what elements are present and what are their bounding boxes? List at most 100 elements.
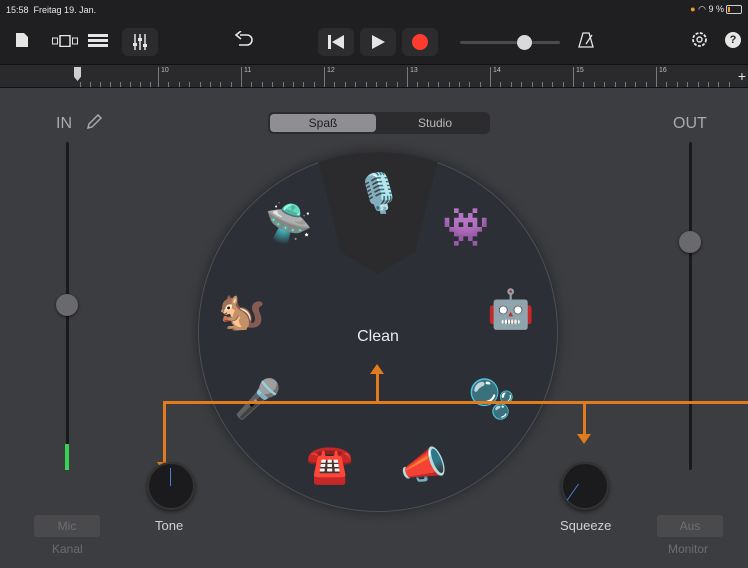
output-label: OUT bbox=[673, 115, 707, 132]
ruler-subtick bbox=[313, 82, 315, 87]
ruler-subtick bbox=[427, 82, 429, 87]
telephone-voice-icon[interactable]: ☎️ bbox=[302, 437, 358, 493]
ruler-bar-tick bbox=[158, 67, 159, 87]
ruler-subtick bbox=[531, 82, 533, 87]
status-right: ● ◠ 9 % bbox=[690, 4, 742, 15]
master-volume-slider[interactable] bbox=[460, 41, 560, 44]
output-level-track[interactable] bbox=[689, 142, 692, 470]
record-button[interactable] bbox=[402, 28, 438, 56]
ruler-subtick bbox=[344, 82, 346, 87]
ruler-bar-tick bbox=[656, 67, 657, 87]
ruler-subtick bbox=[500, 82, 502, 87]
mixer-icon bbox=[133, 34, 147, 50]
ruler-subtick bbox=[396, 82, 398, 87]
ruler-subtick bbox=[624, 82, 626, 87]
annotation-line bbox=[163, 401, 166, 465]
ruler-subtick bbox=[479, 82, 481, 87]
tone-knob[interactable] bbox=[147, 462, 195, 510]
ruler-subtick bbox=[303, 82, 305, 87]
undo-icon[interactable] bbox=[234, 30, 254, 52]
list-view-icon[interactable] bbox=[88, 34, 108, 52]
mic-button[interactable]: Mic bbox=[34, 515, 100, 537]
ruler-subtick bbox=[458, 82, 460, 87]
ruler-subtick bbox=[199, 82, 201, 87]
ruler-subtick bbox=[110, 82, 111, 87]
squeeze-knob[interactable] bbox=[561, 462, 609, 510]
bubbles-voice-icon[interactable]: 🫧 bbox=[464, 372, 520, 428]
ruler-subtick bbox=[251, 82, 253, 87]
wifi-icon: ◠ bbox=[698, 4, 706, 14]
ruler-bar-number: 12 bbox=[327, 67, 335, 74]
ruler-bar-tick bbox=[324, 67, 325, 87]
add-section-icon[interactable]: + bbox=[738, 68, 746, 84]
knob-indicator bbox=[566, 483, 579, 501]
battery-icon bbox=[726, 5, 742, 15]
ufo-voice-icon[interactable]: 🛸 bbox=[261, 196, 317, 252]
knob-indicator bbox=[170, 468, 171, 486]
ruler-subtick bbox=[272, 82, 274, 87]
squeeze-label: Squeeze bbox=[560, 518, 612, 533]
ruler-subtick bbox=[168, 82, 170, 87]
ruler-subtick bbox=[521, 82, 523, 87]
monitor-button[interactable]: Aus bbox=[657, 515, 723, 537]
ruler-subtick bbox=[189, 82, 191, 87]
mode-segmented-control: Spaß Studio bbox=[268, 112, 490, 134]
annotation-line bbox=[163, 401, 748, 404]
monster-voice-icon[interactable]: 👾 bbox=[438, 200, 494, 256]
tracks-view-icon[interactable] bbox=[52, 34, 78, 52]
master-volume-thumb[interactable] bbox=[517, 35, 532, 50]
annotation-line bbox=[376, 372, 379, 403]
ruler-subtick bbox=[593, 82, 595, 87]
tab-studio[interactable]: Studio bbox=[382, 114, 488, 132]
ruler-bar-number: 16 bbox=[659, 67, 667, 74]
megaphone-voice-icon[interactable]: 📣 bbox=[396, 438, 452, 494]
ruler-subtick bbox=[510, 82, 512, 87]
karaoke-mic-voice-icon[interactable]: 🎤 bbox=[230, 372, 286, 428]
ruler-subtick bbox=[220, 82, 222, 87]
output-level-thumb[interactable] bbox=[679, 231, 701, 253]
voice-name-label: Clean bbox=[357, 328, 399, 345]
ruler-bar-number: 10 bbox=[161, 67, 169, 74]
ruler-subtick bbox=[687, 82, 689, 87]
input-label: IN bbox=[56, 115, 72, 132]
ruler-subtick bbox=[645, 82, 647, 87]
monitor-label: Monitor bbox=[668, 542, 709, 556]
settings-icon[interactable] bbox=[690, 31, 708, 53]
playhead-icon[interactable] bbox=[74, 67, 81, 81]
input-edit-icon[interactable] bbox=[86, 113, 103, 137]
ruler-bar-tick bbox=[241, 67, 242, 87]
timeline-ruler[interactable]: 10 11 12 13 14 15 16 + bbox=[0, 64, 748, 88]
ruler-subtick bbox=[100, 82, 101, 87]
mixer-button[interactable] bbox=[122, 28, 158, 56]
tone-label: Tone bbox=[155, 518, 184, 533]
kanal-label: Kanal bbox=[52, 542, 83, 556]
ruler-subtick bbox=[707, 82, 709, 87]
microphone-voice-icon[interactable]: 🎙️ bbox=[351, 166, 407, 222]
rewind-button[interactable] bbox=[318, 28, 354, 56]
ruler-subtick bbox=[583, 82, 585, 87]
ruler-subtick bbox=[562, 82, 564, 87]
help-icon[interactable]: ? bbox=[725, 32, 741, 48]
rewind-icon bbox=[328, 35, 344, 49]
input-level-thumb[interactable] bbox=[56, 294, 78, 316]
ruler-subtick bbox=[230, 82, 232, 87]
play-button[interactable] bbox=[360, 28, 396, 56]
ruler-subtick bbox=[697, 82, 699, 87]
voice-dial[interactable]: 🎙️ 🛸 👾 🐿️ 🤖 🎤 🫧 ☎️ 📣 Clean bbox=[198, 152, 558, 512]
document-icon[interactable] bbox=[14, 32, 30, 53]
arrow-down-icon bbox=[577, 434, 591, 444]
ruler-subtick bbox=[140, 82, 141, 87]
ruler-subtick bbox=[355, 82, 357, 87]
tab-spass[interactable]: Spaß bbox=[270, 114, 376, 132]
ruler-subtick bbox=[386, 82, 388, 87]
ruler-bar-number: 13 bbox=[410, 67, 418, 74]
ruler-subtick bbox=[178, 82, 180, 87]
ruler-subtick bbox=[438, 82, 440, 87]
ruler-subtick bbox=[282, 82, 284, 87]
ruler-subtick bbox=[417, 82, 419, 87]
input-level-meter bbox=[65, 444, 69, 470]
ruler-subtick bbox=[448, 82, 450, 87]
metronome-icon[interactable] bbox=[577, 32, 595, 53]
ruler-subtick bbox=[80, 82, 81, 87]
ruler-subtick bbox=[375, 82, 377, 87]
